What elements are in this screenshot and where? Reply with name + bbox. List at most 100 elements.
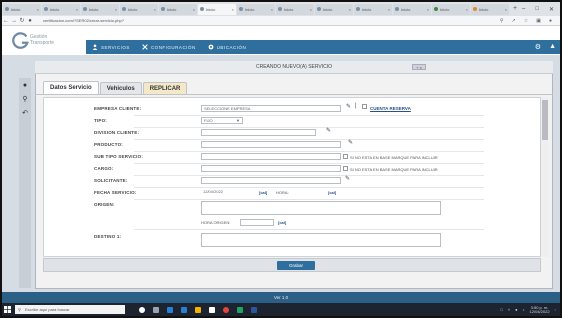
browser-tab[interactable]: Inicio × [237, 3, 275, 15]
close-tab-icon[interactable]: × [388, 7, 390, 12]
mail-icon[interactable] [181, 306, 187, 313]
division-field[interactable] [201, 129, 316, 136]
edge-icon[interactable] [167, 306, 173, 313]
excel-icon[interactable] [237, 306, 243, 313]
circle-icon[interactable]: ● [21, 82, 29, 90]
close-tab-icon[interactable]: × [115, 7, 117, 12]
back-icon[interactable]: ← [2, 18, 10, 24]
close-icon[interactable]: ✕ [549, 6, 554, 13]
fecha-field[interactable]: 12/04/2022 [201, 189, 241, 196]
pencil-icon[interactable]: ✎ [326, 127, 331, 134]
pencil-icon[interactable]: ✎ [348, 139, 353, 146]
browser-tab[interactable]: Inicio × [3, 3, 41, 15]
browser-tab[interactable]: Inicio × [159, 3, 197, 15]
store-icon[interactable] [209, 306, 215, 313]
browser-tab-label: Inicio [50, 6, 60, 12]
windows-start-icon[interactable] [2, 303, 12, 316]
pencil-icon[interactable]: ✎ [346, 103, 351, 110]
cortana-icon[interactable] [139, 306, 145, 313]
close-tab-icon[interactable]: × [232, 7, 234, 12]
save-button[interactable]: Grabar [277, 261, 315, 270]
volume-icon[interactable]: ♪ [523, 307, 525, 312]
task-view-icon[interactable] [153, 306, 159, 313]
browser-tab[interactable]: Inicio × [198, 3, 236, 15]
close-tab-icon[interactable]: × [427, 7, 429, 12]
browser-tab[interactable]: Inicio × [315, 3, 353, 15]
browser-tab[interactable]: Inicio × [393, 3, 431, 15]
left-toolbar: ● ⚲ ↶ [19, 78, 31, 288]
tab-replicar[interactable]: REPLICAR [142, 82, 188, 94]
maximize-icon[interactable]: □ [535, 6, 539, 13]
calendar-button[interactable]: [cal] [259, 190, 267, 195]
location-icon [208, 44, 214, 50]
origen-field[interactable] [201, 201, 441, 215]
close-tab-icon[interactable]: × [349, 7, 351, 12]
hora-origen-field[interactable] [240, 219, 274, 226]
subtipo-checkbox[interactable] [343, 154, 348, 159]
hora-field[interactable] [294, 189, 324, 196]
back-arrow-icon[interactable]: ↶ [21, 110, 29, 118]
favicon-icon [239, 7, 243, 11]
scrollbar-thumb[interactable] [542, 100, 548, 140]
tray-app-icon[interactable]: □ [500, 307, 502, 312]
browser-tab[interactable]: Inicio × [276, 3, 314, 15]
browser-tab[interactable]: Inicio × [471, 3, 509, 15]
explorer-icon[interactable] [195, 306, 201, 313]
browser-tab[interactable]: Inicio × [81, 3, 119, 15]
row-divider [134, 139, 484, 140]
forward-icon[interactable]: → [10, 18, 18, 24]
share-icon[interactable]: ↗ [512, 18, 516, 24]
close-tab-icon[interactable]: × [193, 7, 195, 12]
profile-icon[interactable]: ● [549, 18, 552, 24]
producto-field[interactable] [201, 141, 341, 148]
cuenta-reserva-link[interactable]: CUENTA RESERVA [370, 106, 411, 111]
reload-icon[interactable]: ↻ [18, 17, 26, 24]
tab-datos-servicio[interactable]: Datos Servicio [43, 81, 99, 94]
cargo-field[interactable] [201, 165, 341, 172]
nav-ubicacion[interactable]: UBICACIÓN [208, 44, 247, 50]
close-tab-icon[interactable]: × [466, 7, 468, 12]
notifications-icon[interactable]: ▫ [555, 307, 556, 312]
browser-tab[interactable]: Inicio × [42, 3, 80, 15]
taskbar-search[interactable]: ⚲ Escribe aquí para buscar [15, 305, 125, 314]
nav-configuracion[interactable]: CONFIGURACIÓN [142, 44, 196, 50]
chrome-icon[interactable] [223, 306, 229, 313]
network-icon[interactable]: ● [515, 307, 517, 312]
close-tab-icon[interactable]: × [76, 7, 78, 12]
new-tab-button[interactable]: + [511, 4, 519, 14]
nav-servicios[interactable]: SERVICIOS [92, 44, 130, 50]
close-tab-icon[interactable]: × [154, 7, 156, 12]
subtipo-note: SI NO ESTA EN BASE MARQUE PARA INCLUIR [350, 155, 438, 160]
close-tab-icon[interactable]: × [505, 7, 507, 12]
close-tab-icon[interactable]: × [271, 7, 273, 12]
cargo-checkbox[interactable] [343, 166, 348, 171]
window-controls-button[interactable]: + x [412, 64, 426, 70]
empresa-field[interactable]: SELECCIONE EMPRESA [201, 105, 341, 112]
chevron-up-icon[interactable]: ˄ [508, 307, 510, 312]
calendar-button[interactable]: [cal] [278, 220, 286, 225]
browser-tab[interactable]: Inicio × [354, 3, 392, 15]
zoom-icon[interactable]: ⚲ [500, 18, 504, 24]
browser-tab[interactable]: Inicio × [432, 3, 470, 15]
calendar-button[interactable]: [cal] [328, 190, 336, 195]
pencil-icon[interactable]: ✎ [345, 175, 350, 182]
row-divider [134, 115, 484, 116]
account-icon[interactable]: ▲ [549, 43, 556, 51]
star-icon[interactable]: ☆ [524, 18, 528, 24]
minimize-icon[interactable]: – [522, 6, 525, 13]
tipo-select[interactable]: FIJO ▼ [201, 117, 243, 124]
extensions-icon[interactable]: ▣ [536, 18, 541, 24]
destino-field[interactable] [201, 233, 441, 247]
word-icon[interactable] [251, 306, 257, 313]
close-tab-icon[interactable]: × [37, 7, 39, 12]
search-icon[interactable]: ⚲ [21, 96, 29, 104]
browser-tab[interactable]: Inicio × [120, 3, 158, 15]
solicitante-field[interactable] [201, 177, 341, 184]
tab-vehiculos[interactable]: Vehiculos [99, 82, 142, 94]
version-bar: Ver 1.0 [2, 292, 560, 303]
subtipo-field[interactable] [201, 153, 341, 160]
url-field[interactable]: certificacion.com/?SER02/crear-servicio.… [40, 17, 340, 24]
cuenta-reserva-checkbox[interactable] [362, 104, 367, 109]
settings-icon[interactable]: ⚙ [535, 43, 541, 51]
close-tab-icon[interactable]: × [310, 7, 312, 12]
